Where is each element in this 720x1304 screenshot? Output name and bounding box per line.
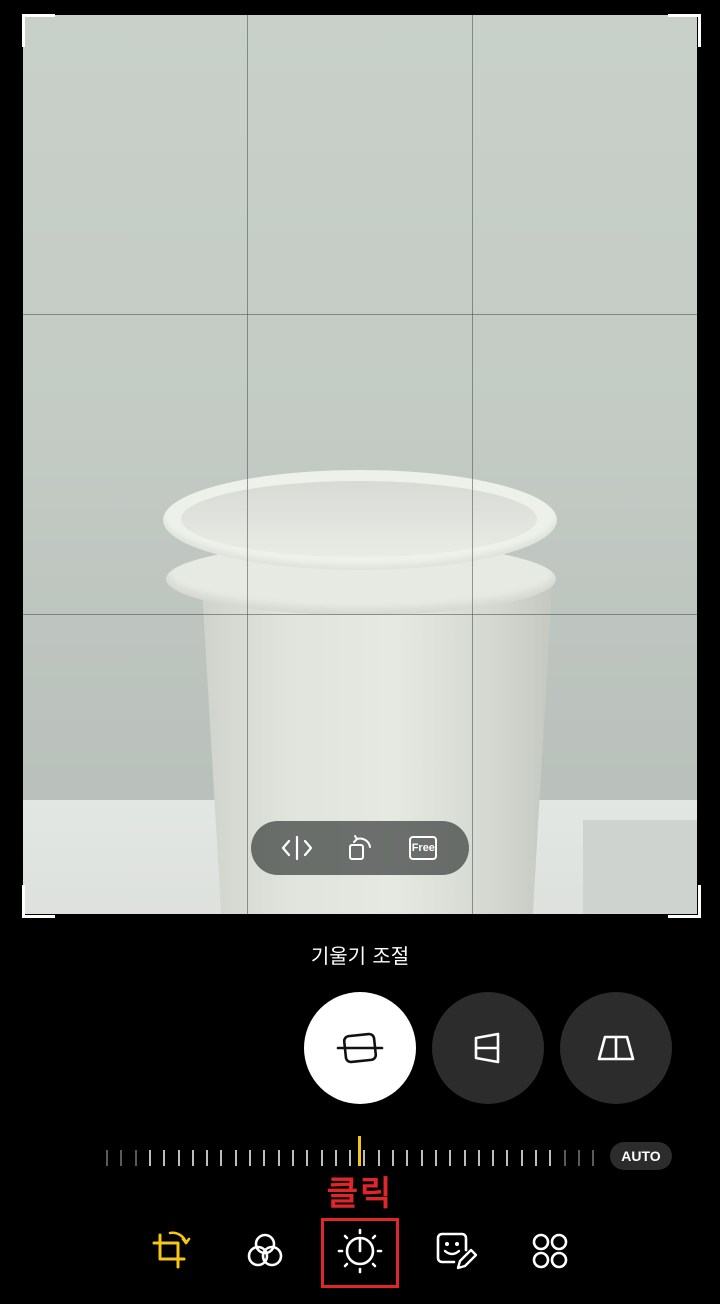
ruler-tick bbox=[406, 1150, 409, 1166]
tab-filter[interactable] bbox=[240, 1226, 290, 1276]
horizontal-perspective-button[interactable] bbox=[560, 992, 672, 1104]
ruler-tick bbox=[191, 1150, 194, 1166]
free-aspect-icon: Free bbox=[409, 836, 438, 860]
ruler-tick bbox=[377, 1150, 380, 1166]
ruler-tick bbox=[392, 1150, 394, 1166]
ruler-tick bbox=[477, 1150, 480, 1166]
ruler-tick bbox=[549, 1150, 552, 1166]
ruler-tick bbox=[120, 1150, 123, 1166]
tab-adjust[interactable] bbox=[335, 1226, 385, 1276]
ruler-tick bbox=[520, 1150, 523, 1166]
ruler-tick bbox=[577, 1150, 580, 1166]
ruler-tick bbox=[148, 1150, 151, 1166]
ruler-tick bbox=[106, 1150, 108, 1166]
aspect-ratio-button[interactable]: Free bbox=[403, 828, 443, 868]
ruler-tick bbox=[263, 1150, 266, 1166]
cup-inner bbox=[181, 481, 537, 557]
tab-decorate[interactable] bbox=[430, 1226, 480, 1276]
more-icon bbox=[532, 1233, 568, 1269]
filter-icon bbox=[247, 1233, 283, 1267]
rotate-button[interactable] bbox=[340, 828, 380, 868]
adjust-icon bbox=[337, 1228, 383, 1274]
flip-icon bbox=[281, 835, 312, 861]
photo-editor-screen: Free 기울기 조절 AUTO 클릭 bbox=[0, 0, 720, 1304]
crop-grid-line bbox=[472, 15, 473, 914]
free-label: Free bbox=[411, 842, 435, 854]
tab-more[interactable] bbox=[525, 1226, 575, 1276]
ruler-tick bbox=[163, 1150, 166, 1166]
click-annotation: 클릭 bbox=[326, 1174, 394, 1214]
ruler-tick bbox=[177, 1150, 180, 1166]
crop-handle-bottom-left[interactable] bbox=[22, 885, 55, 918]
crop-handle-bottom-right[interactable] bbox=[668, 885, 701, 918]
ruler-tick bbox=[249, 1150, 251, 1166]
ruler-tick bbox=[334, 1150, 337, 1166]
decorate-icon bbox=[436, 1232, 478, 1270]
flip-button[interactable] bbox=[277, 828, 317, 868]
ruler-tick bbox=[306, 1150, 309, 1166]
ruler-tick bbox=[449, 1150, 452, 1166]
vertical-perspective-icon bbox=[474, 1032, 500, 1064]
crop-handle-top-right[interactable] bbox=[668, 14, 701, 47]
ruler-tick bbox=[277, 1150, 280, 1166]
mode-title: 기울기 조절 bbox=[310, 944, 410, 968]
ruler-tick bbox=[291, 1150, 294, 1166]
ruler-tick bbox=[320, 1150, 323, 1166]
rotate-icon bbox=[348, 835, 371, 860]
vertical-perspective-button[interactable] bbox=[432, 992, 544, 1104]
ruler-tick bbox=[420, 1150, 423, 1166]
ruler-tick bbox=[492, 1150, 495, 1166]
ruler-tick bbox=[349, 1150, 352, 1166]
ruler-tick bbox=[220, 1150, 223, 1166]
ruler-tick bbox=[234, 1150, 237, 1166]
straighten-button[interactable] bbox=[304, 992, 416, 1104]
crop-grid-line bbox=[23, 614, 697, 615]
photo-canvas[interactable] bbox=[23, 15, 697, 914]
horizontal-perspective-icon bbox=[597, 1035, 635, 1061]
ruler-tick bbox=[563, 1150, 566, 1166]
straighten-icon bbox=[336, 1032, 384, 1064]
crop-grid-line bbox=[247, 15, 248, 914]
angle-indicator bbox=[358, 1136, 361, 1166]
transform-icon bbox=[152, 1231, 191, 1269]
ruler-tick bbox=[134, 1150, 137, 1166]
crop-grid-line bbox=[23, 314, 697, 315]
ruler-tick bbox=[434, 1150, 437, 1166]
ruler-tick bbox=[363, 1150, 366, 1166]
ruler-tick bbox=[592, 1150, 595, 1166]
ruler-tick bbox=[463, 1150, 466, 1166]
crop-handle-top-left[interactable] bbox=[22, 14, 55, 47]
ruler-tick bbox=[535, 1150, 537, 1166]
ruler-tick bbox=[506, 1150, 509, 1166]
ruler-tick bbox=[206, 1150, 209, 1166]
crop-toolbar: Free bbox=[251, 821, 469, 875]
tab-transform[interactable] bbox=[145, 1226, 195, 1276]
